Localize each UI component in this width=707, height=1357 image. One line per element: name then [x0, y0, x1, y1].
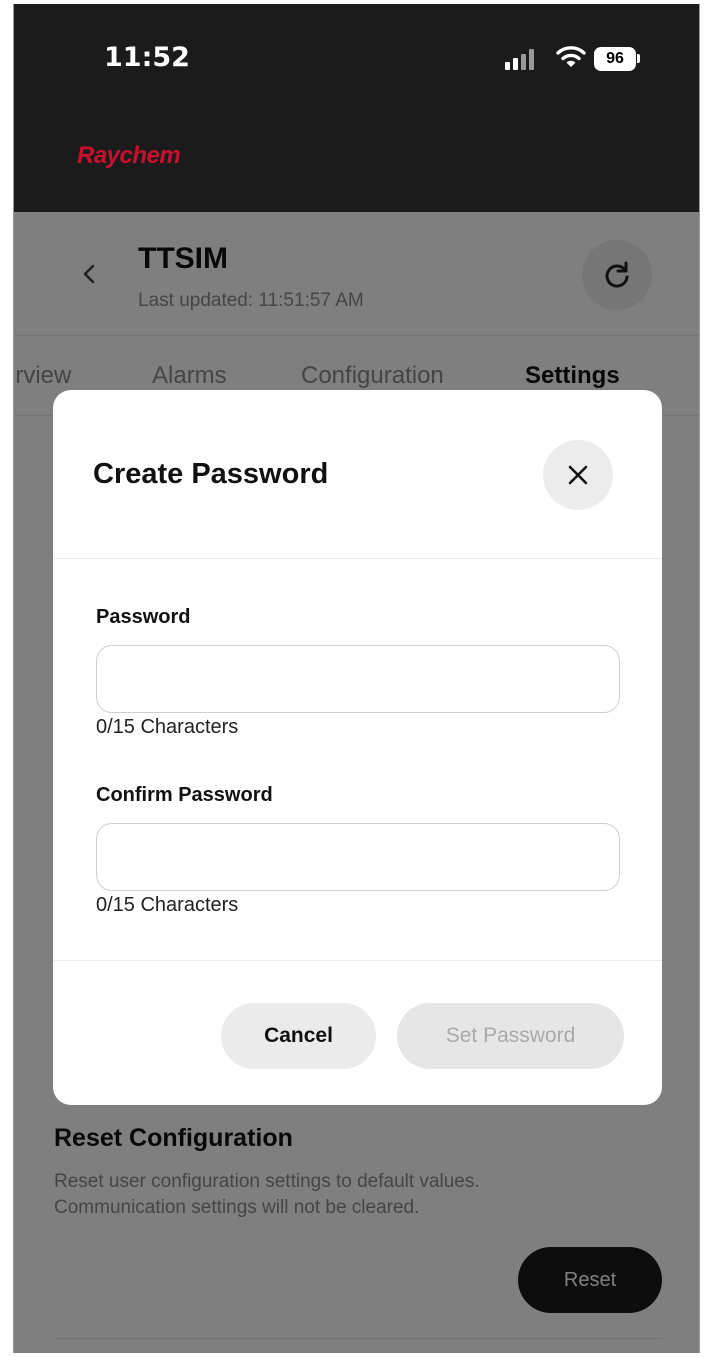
- battery-nub: [637, 54, 640, 63]
- password-label: Password: [96, 606, 191, 628]
- close-icon: [568, 465, 588, 485]
- dialog-header-divider: [53, 558, 662, 559]
- close-button[interactable]: [543, 440, 613, 510]
- set-password-button[interactable]: Set Password: [397, 1003, 624, 1069]
- dialog-footer-divider: [53, 960, 662, 961]
- password-char-counter: 0/15 Characters: [96, 716, 239, 738]
- confirm-password-input[interactable]: [96, 823, 620, 891]
- battery-indicator: 96: [594, 47, 636, 71]
- create-password-dialog: Create Password Password 0/15 Characters…: [53, 390, 662, 1105]
- cancel-button[interactable]: Cancel: [221, 1003, 376, 1069]
- dialog-title: Create Password: [93, 458, 329, 490]
- confirm-password-char-counter: 0/15 Characters: [96, 894, 239, 916]
- confirm-password-label: Confirm Password: [96, 784, 273, 806]
- wifi-icon: [556, 46, 586, 67]
- top-bar: 11:52 96 Raychem: [14, 4, 699, 212]
- password-input[interactable]: [96, 645, 620, 713]
- brand-logo: Raychem: [77, 142, 181, 169]
- status-time: 11:52: [104, 42, 190, 73]
- app-screen: 11:52 96 Raychem TTSIM Last updated: 11:…: [13, 4, 700, 1353]
- signal-icon: [505, 48, 541, 70]
